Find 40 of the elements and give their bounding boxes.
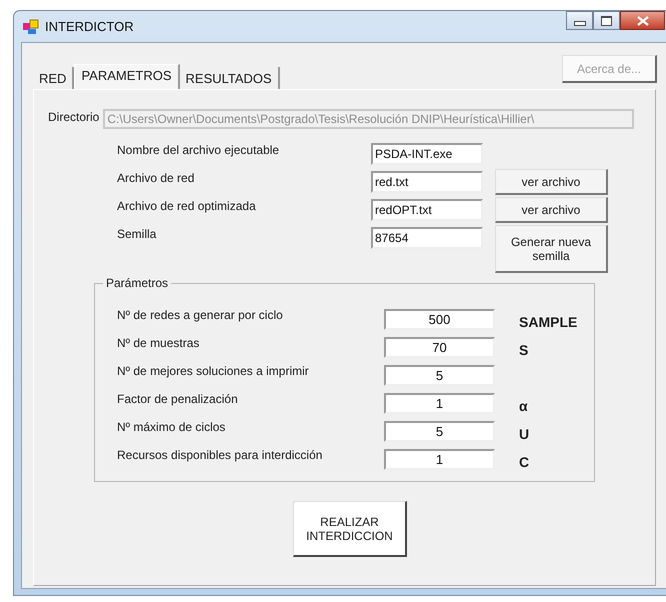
group-title: Parámetros — [103, 276, 172, 290]
symbol-label: U — [519, 426, 530, 442]
field-label: Semilla — [117, 227, 158, 241]
run-button[interactable]: REALIZAR INTERDICCION — [293, 501, 407, 557]
action-button[interactable]: ver archivo — [495, 169, 608, 195]
symbol-label: C — [519, 454, 530, 470]
close-button[interactable] — [620, 11, 665, 30]
number-field[interactable]: 70 — [384, 337, 495, 358]
app-icon — [23, 18, 39, 34]
field-label: Nº de redes a generar por ciclo — [117, 308, 284, 322]
number-field[interactable]: 500 — [384, 309, 495, 330]
minimize-icon — [574, 21, 586, 26]
text-field[interactable]: 87654 — [371, 227, 483, 249]
field-label: Factor de penalización — [117, 392, 239, 406]
number-field[interactable]: 5 — [384, 421, 495, 442]
field-label: Nº máximo de ciclos — [117, 420, 226, 434]
text-field[interactable]: PSDA-INT.exe — [371, 143, 483, 165]
number-field[interactable]: 1 — [384, 449, 495, 470]
number-field[interactable]: 1 — [384, 393, 495, 414]
field-label: Nº de muestras — [117, 336, 200, 350]
close-icon — [636, 16, 648, 26]
field-label: Recursos disponibles para interdicción — [117, 448, 324, 462]
action-button[interactable]: ver archivo — [495, 197, 608, 223]
symbol-label: S — [519, 342, 530, 358]
field-label: Archivo de red optimizada — [117, 199, 257, 213]
field-label: Nº de mejores soluciones a imprimir — [117, 364, 310, 378]
minimize-button[interactable] — [566, 11, 593, 30]
text-field[interactable]: redOPT.txt — [371, 199, 483, 221]
field-label: Nombre del archivo ejecutable — [117, 143, 280, 157]
window-title: INTERDICTOR — [45, 19, 134, 34]
maximize-icon — [601, 16, 612, 26]
number-field[interactable]: 5 — [384, 365, 495, 386]
field-label: Directorio — [48, 110, 100, 124]
field-label: Archivo de red — [117, 171, 196, 185]
symbol-label: SAMPLE — [519, 314, 578, 330]
symbol-label: α — [519, 398, 529, 414]
tab[interactable]: PARAMETROS — [74, 64, 180, 89]
text-field[interactable]: red.txt — [371, 171, 483, 193]
maximize-button[interactable] — [593, 11, 620, 30]
action-button[interactable]: Generar nueva semilla — [495, 225, 608, 273]
